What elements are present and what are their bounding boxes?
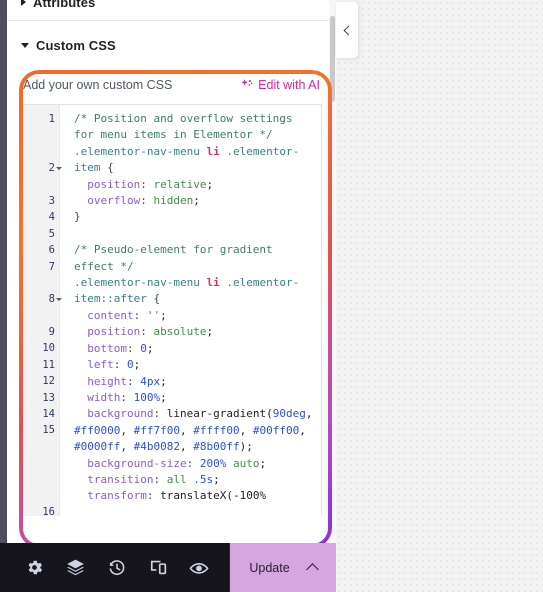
footer-tool-group	[0, 543, 230, 592]
code-content[interactable]: /* Position and overflow settings for me…	[60, 105, 321, 516]
gutter-line: 14	[42, 408, 55, 421]
code-line: content: '';	[87, 308, 167, 322]
panel-footer-toolbar: Update	[0, 543, 336, 592]
gutter-line: 10	[42, 342, 55, 355]
section-attributes-label: Attributes	[33, 0, 96, 10]
panel-collapse-button[interactable]	[336, 2, 358, 58]
custom-css-control: Add your own custom CSS Edit with AI 1 2…	[7, 60, 336, 516]
elementor-panel: Attributes Custom CSS Add your own custo…	[0, 0, 336, 592]
panel-left-edge	[0, 0, 7, 592]
section-custom-css[interactable]: Custom CSS	[7, 30, 336, 60]
layers-icon	[65, 557, 86, 578]
custom-css-label-row: Add your own custom CSS Edit with AI	[21, 60, 322, 104]
custom-css-field-label: Add your own custom CSS	[23, 78, 173, 92]
code-line: /* Pseudo-element for gradient effect */	[74, 243, 280, 273]
edit-with-ai-button[interactable]: Edit with AI	[240, 78, 320, 92]
code-gutter: 123456789101112131415161718	[22, 105, 62, 516]
history-button[interactable]	[102, 553, 132, 583]
update-button-label: Update	[249, 560, 290, 575]
preview-button[interactable]	[184, 553, 214, 583]
footer-divider	[229, 543, 230, 592]
chevron-up-icon[interactable]	[305, 562, 319, 576]
editor-stage: Attributes Custom CSS Add your own custo…	[0, 0, 543, 592]
fold-arrow-icon	[56, 166, 62, 170]
navigator-button[interactable]	[61, 553, 91, 583]
code-line: .elementor-nav-menu li .elementor-item {	[74, 144, 300, 175]
triangle-right-icon	[21, 0, 26, 6]
code-line: background-size: 200% auto;	[87, 456, 267, 470]
code-line: }	[74, 210, 81, 224]
chevron-left-icon	[343, 25, 353, 35]
code-line: position: absolute;	[87, 325, 214, 339]
code-line: /* Position and overflow settings for me…	[74, 112, 300, 142]
css-code-editor[interactable]: 123456789101112131415161718 /* Position …	[21, 104, 322, 516]
gutter-line: 8	[22, 291, 62, 307]
responsive-mode-button[interactable]	[143, 553, 173, 583]
code-line: left: 0;	[87, 358, 141, 372]
code-line: .elementor-nav-menu li .elementor-item::…	[74, 276, 300, 306]
gutter-line: 3	[48, 194, 55, 207]
preview-canvas	[336, 0, 543, 592]
section-attributes[interactable]: Attributes	[7, 0, 336, 10]
code-line: transition: all .5s;	[87, 472, 220, 486]
gutter-line: 16	[42, 506, 55, 516]
gutter-line: 6	[48, 244, 55, 257]
code-line: bottom: 0;	[87, 341, 154, 355]
section-custom-css-label: Custom CSS	[36, 37, 116, 53]
sparkle-icon	[240, 78, 254, 92]
update-button[interactable]: Update	[230, 543, 336, 592]
history-icon	[107, 558, 127, 578]
code-line: height: 4px;	[87, 374, 167, 388]
gutter-line: 4	[48, 211, 55, 224]
panel-scroll-region[interactable]: Attributes Custom CSS Add your own custo…	[7, 0, 336, 592]
gutter-line: 1	[48, 113, 55, 125]
edit-with-ai-label: Edit with AI	[258, 78, 320, 92]
settings-button[interactable]	[20, 553, 50, 583]
gear-icon	[25, 558, 44, 577]
triangle-down-icon	[21, 42, 29, 48]
code-line: background: linear-gradient(90deg, #ff00…	[74, 407, 320, 454]
section-divider	[7, 20, 336, 21]
gutter-line: 2	[22, 160, 62, 176]
panel-scrollbar-thumb[interactable]	[330, 16, 335, 102]
gutter-line: 7	[48, 260, 55, 273]
panel-scrollbar[interactable]	[329, 0, 336, 592]
gutter-line: 5	[48, 227, 55, 240]
gutter-line: 11	[42, 358, 55, 371]
gutter-line: 13	[42, 391, 55, 404]
code-line: position: relative;	[87, 177, 214, 191]
code-line: width: 100%;	[87, 390, 167, 404]
code-line: transform: translateX(-100%	[87, 489, 267, 503]
gutter-line: 9	[48, 326, 55, 339]
code-line: overflow: hidden;	[87, 194, 200, 208]
eye-icon	[188, 557, 210, 579]
fold-arrow-icon	[56, 297, 62, 301]
gutter-line: 15	[42, 424, 55, 437]
devices-icon	[148, 557, 169, 578]
gutter-line: 12	[42, 375, 55, 388]
